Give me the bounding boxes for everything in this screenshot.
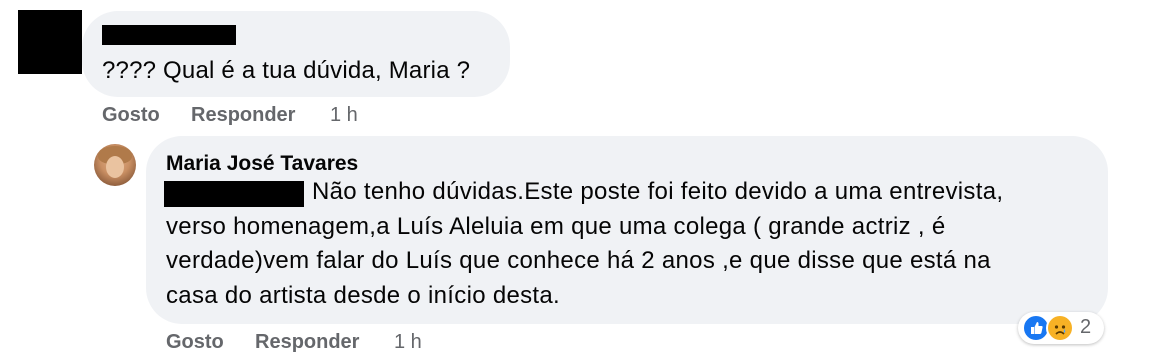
timestamp[interactable]: 1 h (330, 104, 358, 127)
reply-text-line: casa do artista desde o início desta. (166, 282, 560, 309)
reply-link[interactable]: Responder (191, 104, 295, 127)
thumbs-up-glyph (1031, 322, 1043, 334)
avatar[interactable] (94, 144, 136, 186)
like-link[interactable]: Gosto (166, 331, 224, 354)
comment-thread: ???? Qual é a tua dúvida, Maria ? Gosto … (0, 0, 1168, 358)
reply-text-line: verso homenagem,a Luís Aleluia em que um… (166, 213, 946, 240)
sad-face-glyph (1054, 325, 1066, 335)
reactions-summary[interactable]: 2 (1018, 312, 1104, 344)
reply-text-line: verdade)vem falar do Luís que conhece há… (166, 247, 991, 274)
sad-icon (1046, 314, 1074, 342)
timestamp[interactable]: 1 h (394, 331, 422, 354)
comment-text: ???? Qual é a tua dúvida, Maria ? (102, 57, 471, 84)
avatar-face (106, 156, 124, 178)
redacted-mention (164, 181, 304, 207)
like-link[interactable]: Gosto (102, 104, 160, 127)
comment-bubble: ???? Qual é a tua dúvida, Maria ? (82, 11, 510, 97)
reply-link[interactable]: Responder (255, 331, 359, 354)
reply-text-line: Não tenho dúvidas.Este poste foi feito d… (312, 178, 1004, 205)
reply-author-name[interactable]: Maria José Tavares (166, 151, 358, 177)
reply-actions: Gosto Responder 1 h (166, 331, 566, 355)
reply-bubble: Maria José Tavares Não tenho dúvidas.Est… (146, 136, 1108, 324)
comment-actions: Gosto Responder 1 h (102, 104, 502, 128)
reaction-count: 2 (1080, 316, 1092, 338)
redacted-avatar[interactable] (18, 10, 82, 74)
redacted-author-name[interactable] (102, 25, 236, 45)
